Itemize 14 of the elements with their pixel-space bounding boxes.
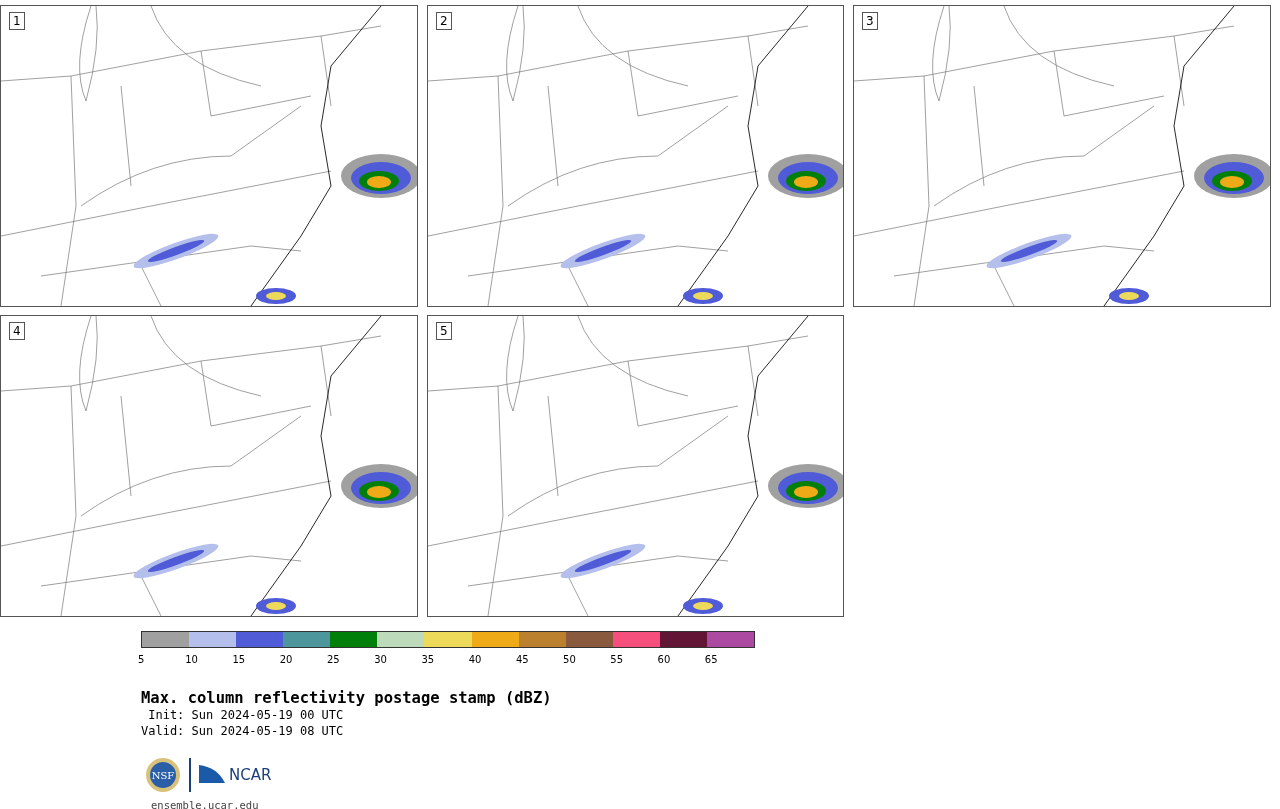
tick-label: 65: [704, 654, 719, 665]
logo-wordmark: NCAR: [229, 766, 272, 784]
valid-time: Valid: Sun 2024-05-19 08 UTC: [141, 723, 345, 739]
divider-icon: [189, 758, 191, 792]
member-number: 5: [436, 322, 452, 340]
init-time: Init: Sun 2024-05-19 00 UTC: [147, 707, 345, 723]
chart-title: Max. column reflectivity postage stamp (dBZ): [141, 689, 553, 707]
member-number: 1: [9, 12, 25, 30]
member-number: 3: [862, 12, 878, 30]
seal-logo: NSF: [145, 757, 181, 793]
member-number: 2: [436, 12, 452, 30]
website-link[interactable]: ensemble.ucar.edu: [151, 799, 259, 809]
member-number: 4: [9, 322, 25, 340]
swoosh-icon: [199, 765, 225, 785]
